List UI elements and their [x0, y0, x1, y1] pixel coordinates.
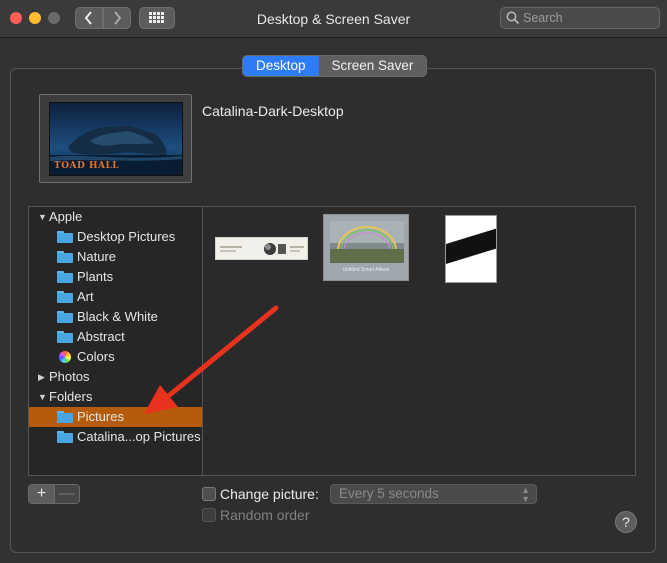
change-picture-checkbox[interactable]: [202, 487, 216, 501]
close-window-button[interactable]: [10, 12, 22, 24]
sidebar-item-pictures[interactable]: Pictures: [29, 407, 202, 427]
sidebar-item-art[interactable]: Art: [29, 287, 202, 307]
rainbow-album-thumbnail[interactable]: Untitled Smart Album: [323, 214, 409, 281]
document-strip-thumbnail[interactable]: [215, 237, 308, 260]
random-order-label: Random order: [220, 507, 310, 523]
album-caption: Untitled Smart Album: [342, 267, 390, 273]
folder-icon: [57, 331, 73, 343]
folder-icon: [57, 251, 73, 263]
search-input[interactable]: [523, 10, 655, 26]
tab-bar: Desktop Screen Saver: [242, 55, 428, 77]
title-bar: Desktop & Screen Saver: [0, 0, 667, 38]
wallpaper-preview: TOAD HALL: [39, 94, 192, 183]
help-button[interactable]: ?: [615, 511, 637, 533]
source-list[interactable]: ▼ Apple Desktop Pictures Nature Plants A…: [28, 206, 203, 476]
add-remove-control: + —: [28, 484, 80, 504]
chevron-left-icon: [84, 11, 92, 25]
folder-icon: [57, 291, 73, 303]
forward-button[interactable]: [103, 7, 131, 29]
group-photos[interactable]: ▶ Photos: [29, 367, 202, 387]
back-button[interactable]: [75, 7, 103, 29]
diagonal-stripe-thumbnail[interactable]: [445, 215, 497, 283]
folder-icon: [57, 311, 73, 323]
disclosure-expanded-icon[interactable]: ▼: [38, 207, 47, 227]
add-folder-button[interactable]: +: [29, 485, 54, 503]
minimize-window-button[interactable]: [29, 12, 41, 24]
chevron-right-icon: [114, 11, 122, 25]
sidebar-item-black-white[interactable]: Black & White: [29, 307, 202, 327]
folder-icon: [57, 271, 73, 283]
up-down-chevron-icon: ▲ ▼: [521, 485, 530, 504]
color-wheel-icon: [59, 351, 71, 363]
folder-icon: [57, 231, 73, 243]
interval-select[interactable]: Every 5 seconds ▲ ▼: [330, 484, 537, 504]
group-folders[interactable]: ▼ Folders: [29, 387, 202, 407]
remove-folder-button[interactable]: —: [54, 485, 79, 503]
show-all-button[interactable]: [139, 7, 175, 29]
disclosure-expanded-icon[interactable]: ▼: [38, 387, 47, 407]
sidebar-item-colors[interactable]: Colors: [29, 347, 202, 367]
disclosure-collapsed-icon[interactable]: ▶: [38, 367, 45, 387]
zoom-window-button[interactable]: [48, 12, 60, 24]
interval-value: Every 5 seconds: [339, 486, 439, 501]
wallpaper-watermark: TOAD HALL: [54, 161, 120, 171]
tab-screen-saver[interactable]: Screen Saver: [318, 56, 427, 76]
change-picture-label: Change picture:: [220, 486, 319, 502]
folder-icon: [57, 431, 73, 443]
search-icon: [506, 11, 520, 25]
search-field[interactable]: [500, 7, 660, 29]
sidebar-item-desktop-pictures[interactable]: Desktop Pictures: [29, 227, 202, 247]
wallpaper-name: Catalina-Dark-Desktop: [202, 103, 344, 119]
group-apple[interactable]: ▼ Apple: [29, 207, 202, 227]
tab-desktop[interactable]: Desktop: [243, 56, 319, 76]
window-title: Desktop & Screen Saver: [256, 11, 411, 27]
grid-icon: [149, 12, 164, 23]
catalina-wallpaper-image: TOAD HALL: [49, 102, 183, 176]
sidebar-item-catalina-desktop-pictures[interactable]: Catalina...op Pictures: [29, 427, 202, 447]
sidebar-item-nature[interactable]: Nature: [29, 247, 202, 267]
sidebar-item-plants[interactable]: Plants: [29, 267, 202, 287]
random-order-checkbox[interactable]: [202, 508, 216, 522]
sidebar-item-abstract[interactable]: Abstract: [29, 327, 202, 347]
folder-icon: [57, 411, 73, 423]
